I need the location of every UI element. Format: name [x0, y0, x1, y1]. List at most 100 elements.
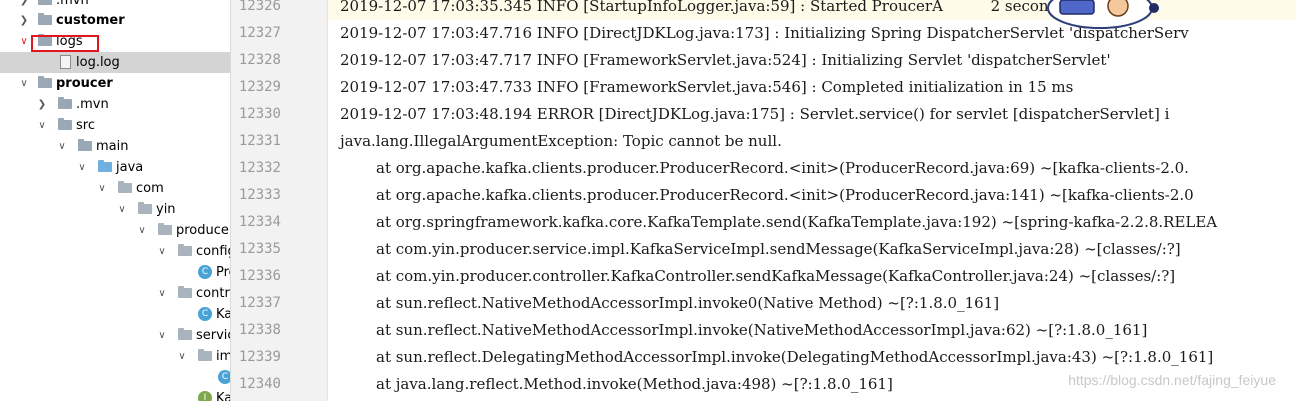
package-icon — [178, 244, 192, 256]
stack-trace-line[interactable]: at org.apache.kafka.clients.producer.Pro… — [376, 155, 1189, 182]
tree-item-customer[interactable]: ❯ customer — [0, 10, 230, 31]
package-icon — [158, 223, 172, 235]
tree-item-config-class[interactable]: C Pro — [0, 262, 230, 283]
chevron-right-icon[interactable]: ❯ — [18, 10, 30, 31]
stack-trace-line[interactable]: at org.apache.kafka.clients.producer.Pro… — [376, 182, 1194, 209]
folder-icon — [38, 13, 52, 25]
tree-item-log-file[interactable]: log.log — [0, 52, 230, 73]
tree-item-com[interactable]: ∨ com — [0, 178, 230, 199]
log-line[interactable]: 2019-12-07 17:03:35.345 INFO [StartupInf… — [340, 0, 1109, 20]
folder-icon — [38, 76, 52, 88]
stack-trace-line[interactable]: at com.yin.producer.controller.KafkaCont… — [376, 263, 1175, 290]
line-number: 12327 — [238, 25, 281, 41]
source-folder-icon — [98, 160, 112, 172]
tree-item-main[interactable]: ∨ main — [0, 136, 230, 157]
chevron-down-icon[interactable]: ∨ — [116, 199, 128, 220]
tree-item-controller-class[interactable]: C Ka — [0, 304, 230, 325]
tree-item-mvn[interactable]: ❯ .mvn — [0, 94, 230, 115]
tree-item-label: main — [96, 139, 129, 154]
log-line[interactable]: 2019-12-07 17:03:47.717 INFO [FrameworkS… — [340, 47, 1111, 74]
watermark-text: https://blog.csdn.net/fajing_feiyue — [1068, 372, 1276, 388]
line-number: 12326 — [238, 0, 281, 14]
highlight-box — [31, 35, 99, 52]
package-icon — [118, 181, 132, 193]
line-number: 12339 — [238, 349, 281, 365]
line-number: 12328 — [238, 52, 281, 68]
line-number: 12340 — [238, 376, 281, 392]
package-icon — [178, 328, 192, 340]
tree-item-impl[interactable]: ∨ im — [0, 346, 230, 367]
chevron-down-icon[interactable]: ∨ — [136, 220, 148, 241]
line-number: 12336 — [238, 268, 281, 284]
line-number: 12338 — [238, 322, 281, 338]
line-number: 12333 — [238, 187, 281, 203]
stack-trace-line[interactable]: at org.springframework.kafka.core.KafkaT… — [376, 209, 1217, 236]
line-number-gutter: 12326 12327 12328 12329 12330 12331 1233… — [231, 0, 328, 401]
tree-item-yin[interactable]: ∨ yin — [0, 199, 230, 220]
chevron-down-icon[interactable]: ∨ — [36, 115, 48, 136]
project-tree: ❯ .mvn ❯ customer ∨ logs log.log ∨ prouc… — [0, 0, 231, 401]
tree-item-label: servic — [196, 328, 231, 343]
line-number: 12329 — [238, 79, 281, 95]
folder-icon — [58, 118, 72, 130]
tree-item-label: contro — [196, 286, 230, 301]
tree-item-label: .mvn — [76, 97, 109, 112]
tree-item-src[interactable]: ∨ src — [0, 115, 230, 136]
line-number: 12335 — [238, 241, 281, 257]
line-number: 12330 — [238, 106, 281, 122]
tree-item-label: yin — [156, 202, 176, 217]
tree-item-label: Ka — [216, 307, 231, 322]
tree-item-proucer[interactable]: ∨ proucer — [0, 73, 230, 94]
class-icon: C — [198, 265, 212, 279]
tree-item-label: src — [76, 118, 95, 133]
stack-trace-line[interactable]: at sun.reflect.DelegatingMethodAccessorI… — [376, 344, 1213, 371]
chevron-down-icon[interactable]: ∨ — [156, 241, 168, 262]
tree-item-label: java — [116, 160, 144, 175]
chevron-down-icon[interactable]: ∨ — [56, 136, 68, 157]
interface-icon: I — [198, 391, 212, 401]
tree-item-label: im — [216, 349, 231, 364]
tree-item-service-interface[interactable]: I Ka — [0, 388, 230, 401]
tree-item-producer[interactable]: ∨ producer — [0, 220, 230, 241]
chevron-right-icon[interactable]: ❯ — [36, 94, 48, 115]
package-icon — [198, 349, 212, 361]
tree-item-impl-class[interactable]: C — [0, 367, 230, 388]
chevron-down-icon[interactable]: ∨ — [176, 346, 188, 367]
tree-item-config[interactable]: ∨ config — [0, 241, 230, 262]
chevron-down-icon[interactable]: ∨ — [96, 178, 108, 199]
mascot-sticker-icon — [1047, 0, 1159, 29]
tree-item-label: log.log — [76, 55, 120, 70]
log-line[interactable]: 2019-12-07 17:03:48.194 ERROR [DirectJDK… — [340, 101, 1169, 128]
tree-item-controller[interactable]: ∨ contro — [0, 283, 230, 304]
line-number: 12332 — [238, 160, 281, 176]
tree-item-service[interactable]: ∨ servic — [0, 325, 230, 346]
stack-trace-line[interactable]: at java.lang.reflect.Method.invoke(Metho… — [376, 371, 893, 398]
folder-icon — [58, 97, 72, 109]
log-editor[interactable]: 2019-12-07 17:03:35.345 INFO [StartupInf… — [328, 0, 1296, 401]
tree-item-label: config — [196, 244, 230, 259]
chevron-down-icon[interactable]: ∨ — [76, 157, 88, 178]
line-number: 12337 — [238, 295, 281, 311]
line-number: 12334 — [238, 214, 281, 230]
tree-item-label: Ka — [216, 391, 231, 401]
log-line[interactable]: 2019-12-07 17:03:47.733 INFO [FrameworkS… — [340, 74, 1073, 101]
package-icon — [138, 202, 152, 214]
tree-item-label: customer — [56, 13, 125, 28]
stack-trace-line[interactable]: at sun.reflect.NativeMethodAccessorImpl.… — [376, 290, 999, 317]
package-icon — [178, 286, 192, 298]
line-number: 12331 — [238, 133, 281, 149]
chevron-down-icon[interactable]: ∨ — [18, 73, 30, 94]
stack-trace-line[interactable]: at sun.reflect.NativeMethodAccessorImpl.… — [376, 317, 1147, 344]
tree-item-label: producer — [176, 223, 231, 238]
file-icon — [60, 55, 71, 69]
class-icon: C — [218, 370, 230, 384]
tree-item-java[interactable]: ∨ java — [0, 157, 230, 178]
chevron-down-icon[interactable]: ∨ — [156, 325, 168, 346]
chevron-down-icon[interactable]: ∨ — [156, 283, 168, 304]
class-icon: C — [198, 307, 212, 321]
tree-item-label: proucer — [56, 76, 113, 91]
log-line[interactable]: java.lang.IllegalArgumentException: Topi… — [340, 128, 782, 155]
tree-item-label: com — [136, 181, 164, 196]
stack-trace-line[interactable]: at com.yin.producer.service.impl.KafkaSe… — [376, 236, 1181, 263]
chevron-down-icon[interactable]: ∨ — [18, 31, 30, 52]
